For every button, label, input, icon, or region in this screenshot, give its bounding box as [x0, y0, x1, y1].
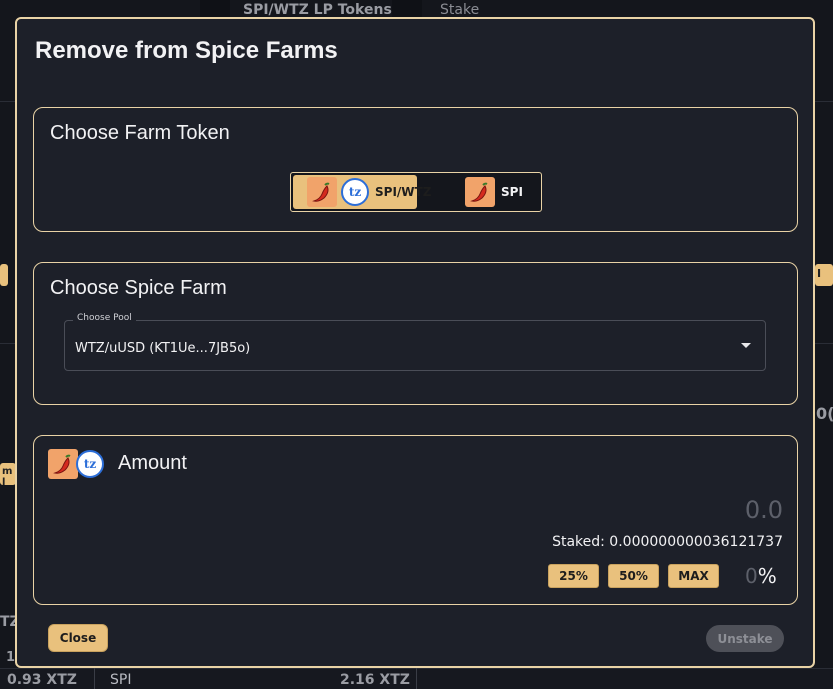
- background-edge-text: 1: [6, 650, 16, 665]
- dialog-title: Remove from Spice Farms: [35, 37, 338, 64]
- staked-balance: Staked: 0.000000000036121737: [552, 534, 783, 550]
- choose-spice-farm-panel: Choose Spice Farm Choose Pool WTZ/uUSD (…: [33, 262, 798, 405]
- amount-input[interactable]: 0.0: [745, 496, 783, 524]
- farm-token-option-label: SPI: [501, 185, 523, 199]
- 25-percent-button[interactable]: 25%: [548, 564, 599, 588]
- farm-token-option-spi-wtz[interactable]: tz SPI/WTZ: [293, 175, 431, 209]
- chili-pepper-icon: [307, 177, 337, 207]
- caret-down-icon: [741, 343, 751, 348]
- farm-token-toggle-group: tz SPI/WTZ SPI: [290, 172, 542, 212]
- max-button[interactable]: MAX: [668, 564, 719, 588]
- unstake-button[interactable]: Unstake: [706, 625, 784, 652]
- choose-farm-token-panel: Choose Farm Token tz SPI/WTZ SPI: [33, 107, 798, 232]
- tezos-icon: tz: [76, 450, 104, 478]
- background-edge-text: 0(: [816, 404, 833, 423]
- percent-value: 0: [745, 564, 758, 588]
- choose-pool-select[interactable]: Choose Pool WTZ/uUSD (KT1Ue...7JB5o): [64, 313, 766, 371]
- amount-panel: tz Amount 0.0 Staked: 0.0000000000361217…: [33, 435, 798, 605]
- amount-title: Amount: [118, 452, 187, 474]
- background-badge: I: [815, 264, 833, 286]
- percent-input[interactable]: 0%: [745, 564, 777, 588]
- background-header-stake: Stake: [440, 2, 480, 18]
- background-badge: m l: [0, 463, 16, 488]
- farm-token-option-spi[interactable]: SPI: [463, 175, 533, 209]
- background-cell-separator: [416, 668, 417, 689]
- amount-token-icons: tz: [48, 449, 104, 479]
- background-badge: [0, 264, 8, 286]
- remove-from-spice-farms-dialog: Remove from Spice Farms Choose Farm Toke…: [15, 17, 815, 668]
- choose-pool-label: Choose Pool: [73, 313, 136, 323]
- background-cell: SPI: [110, 672, 132, 688]
- background-cell: 2.16 XTZ: [340, 672, 410, 688]
- percent-sign: %: [757, 564, 777, 588]
- choose-farm-token-title: Choose Farm Token: [50, 122, 230, 144]
- chili-pepper-icon: [48, 449, 78, 479]
- background-header-tokens: SPI/WTZ LP Tokens: [243, 2, 392, 18]
- 50-percent-button[interactable]: 50%: [608, 564, 659, 588]
- farm-token-option-label: SPI/WTZ: [375, 185, 432, 199]
- background-cell-separator: [94, 668, 95, 689]
- tezos-icon: tz: [341, 178, 369, 206]
- close-button[interactable]: Close: [48, 624, 108, 652]
- background-cell: 0.93 XTZ: [7, 672, 77, 688]
- choose-spice-farm-title: Choose Spice Farm: [50, 277, 227, 299]
- chili-pepper-icon: [465, 177, 495, 207]
- choose-pool-value: WTZ/uUSD (KT1Ue...7JB5o): [75, 341, 251, 356]
